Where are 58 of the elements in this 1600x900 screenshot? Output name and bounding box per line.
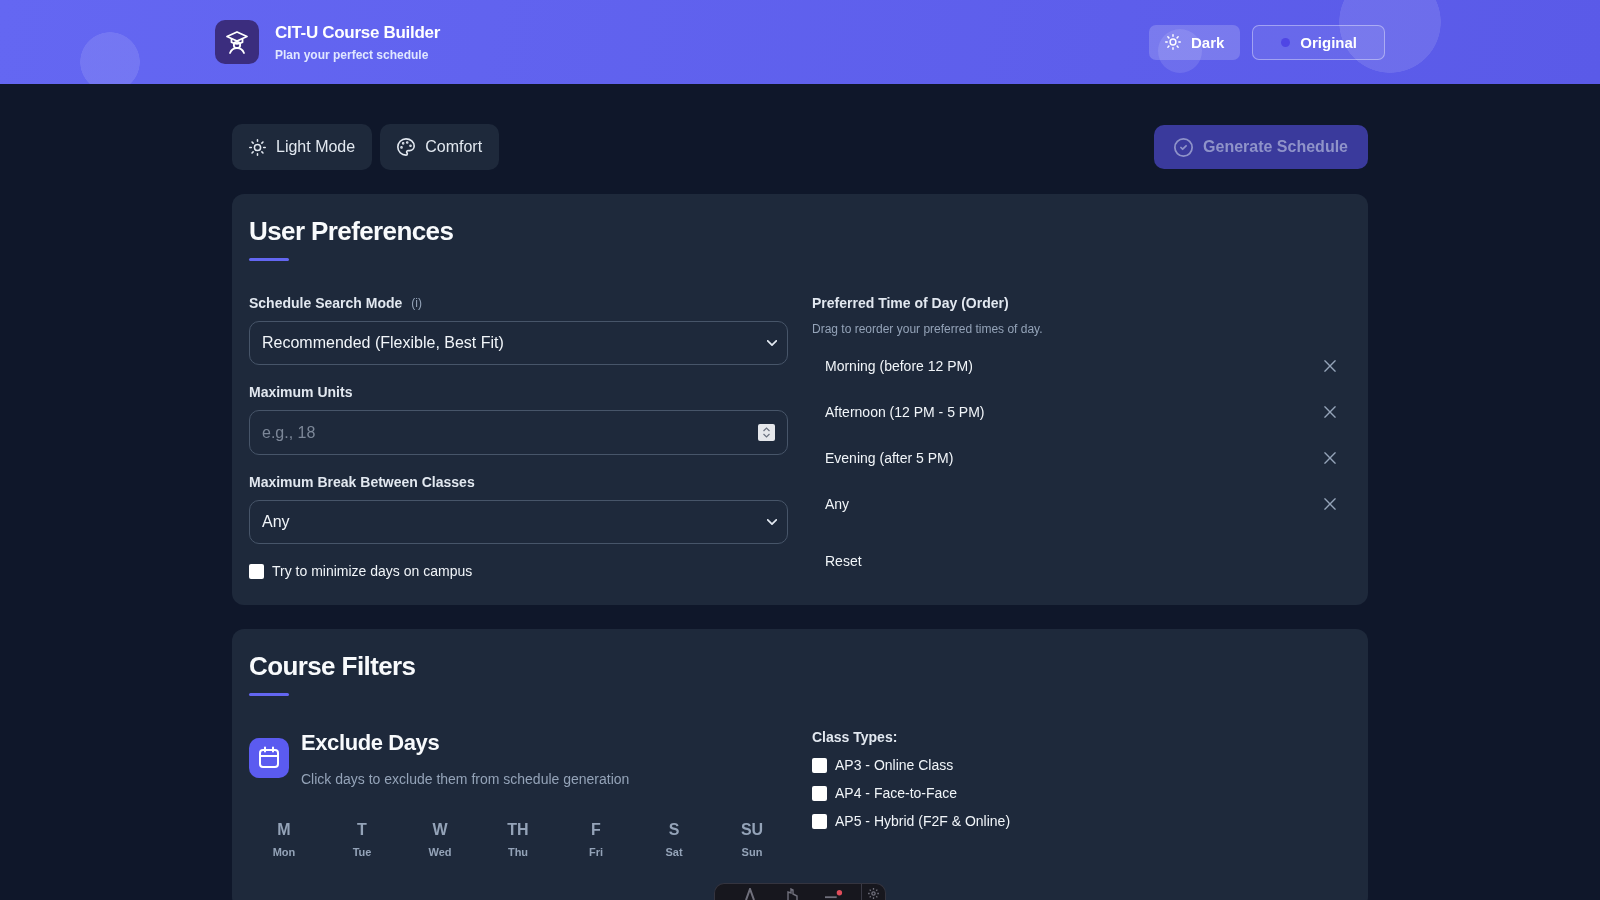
checkbox[interactable]: [812, 757, 827, 773]
hint-text: Drag to reorder your preferred times of day.: [812, 321, 1043, 337]
close-icon[interactable]: [1324, 360, 1336, 372]
field-label: Maximum Break Between Classes: [249, 473, 475, 491]
checkbox-label: AP3 - Online Class: [835, 756, 954, 774]
gear-icon[interactable]: [867, 887, 880, 900]
comfort-button[interactable]: Comfort: [380, 124, 500, 170]
number-input-field[interactable]: e.g., 18: [249, 410, 788, 455]
checkbox[interactable]: [249, 563, 264, 579]
close-icon[interactable]: [1324, 452, 1336, 464]
dark-mode-button[interactable]: Dark: [1148, 24, 1241, 60]
chevron-down-icon: [767, 519, 777, 525]
checkbox-label: Try to minimize days on campus: [272, 562, 473, 580]
section-heading: Course Filters: [249, 650, 416, 683]
light-mode-button[interactable]: Light Mode: [232, 124, 373, 170]
triangle-logo-icon[interactable]: [744, 888, 756, 900]
subsection-heading: Exclude Days: [301, 729, 440, 757]
stepper-icon[interactable]: [758, 424, 775, 441]
day-toggle[interactable]: TH Thu: [483, 810, 553, 869]
app-title: CIT-U Course Builder: [275, 21, 440, 44]
theme-button[interactable]: Original: [1252, 24, 1385, 60]
dropdown-select[interactable]: Recommended (Flexible, Best Fit): [249, 321, 788, 365]
day-toggle[interactable]: M Mon: [249, 810, 319, 869]
checkbox[interactable]: [812, 785, 827, 801]
check-circle-icon: [1174, 137, 1194, 157]
day-toggle[interactable]: SU Sun: [717, 810, 787, 869]
dot-icon: [1281, 37, 1291, 47]
sun-icon: [249, 138, 266, 156]
field-label: Schedule Search Mode: [249, 294, 403, 312]
day-toggle[interactable]: T Tue: [327, 810, 397, 869]
palette-icon: [397, 138, 416, 156]
bar-dot-icon[interactable]: [825, 889, 843, 900]
time-preference-item[interactable]: Evening (after 5 PM): [825, 449, 954, 467]
chevron-down-icon: [767, 340, 777, 346]
description-text: Click days to exclude them from schedule generation: [301, 770, 630, 788]
field-label: Maximum Units: [249, 383, 353, 401]
close-icon[interactable]: [1324, 498, 1336, 510]
dropdown-select[interactable]: Any: [249, 500, 788, 544]
info-hint[interactable]: (i): [411, 294, 422, 312]
day-toggle[interactable]: S Sat: [639, 810, 709, 869]
time-preference-item[interactable]: Afternoon (12 PM - 5 PM): [825, 403, 985, 421]
checkbox[interactable]: [812, 813, 827, 829]
sun-icon: [1164, 34, 1181, 50]
reset-button[interactable]: Reset: [825, 544, 862, 578]
section-heading: User Preferences: [249, 215, 454, 248]
field-label: Preferred Time of Day (Order): [812, 294, 1009, 312]
app-subtitle: Plan your perfect schedule: [275, 46, 429, 63]
background-bubble: [80, 32, 140, 84]
time-preference-item[interactable]: Any: [825, 495, 850, 513]
day-toggle[interactable]: F Fri: [561, 810, 631, 869]
close-icon[interactable]: [1324, 406, 1336, 418]
checkbox-label: AP4 - Face-to-Face: [835, 784, 958, 802]
checkbox-label: AP5 - Hybrid (F2F & Online): [835, 812, 1011, 830]
calendar-icon: [249, 738, 289, 778]
time-preference-item[interactable]: Morning (before 12 PM): [825, 357, 973, 375]
day-toggle[interactable]: W Wed: [405, 810, 475, 869]
graduation-cap-logo-icon: [215, 20, 259, 64]
field-label: Class Types:: [812, 728, 898, 746]
